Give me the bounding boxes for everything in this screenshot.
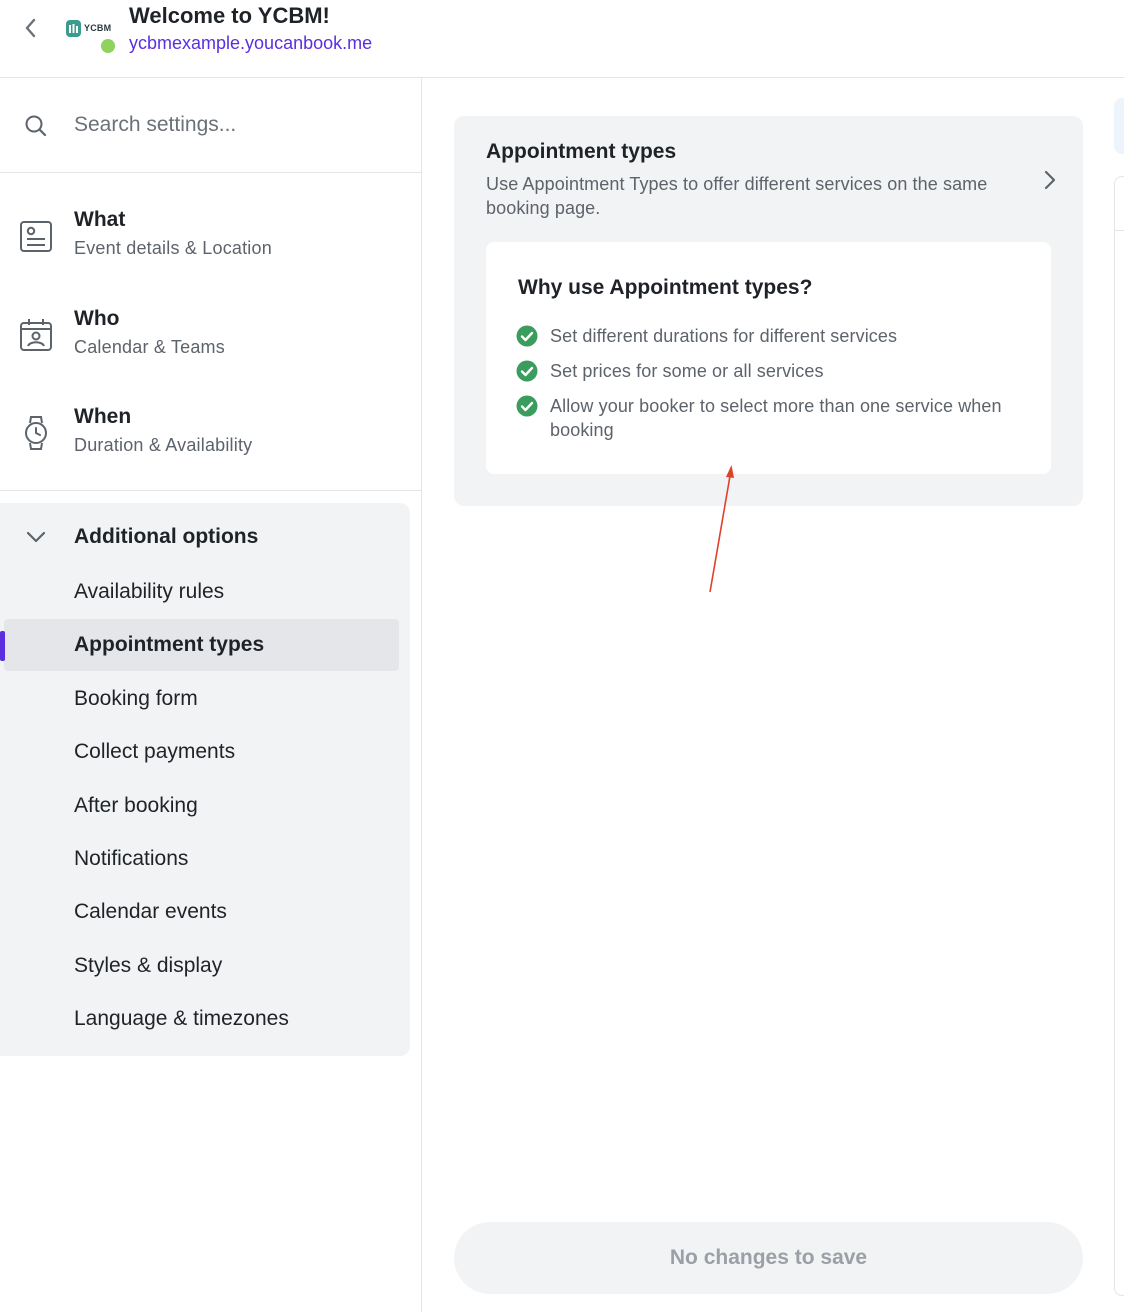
option-booking-form[interactable]: Booking form <box>4 673 399 725</box>
option-after-booking[interactable]: After booking <box>4 780 399 832</box>
search-input[interactable] <box>74 108 394 142</box>
chevron-down-icon <box>26 531 46 543</box>
status-indicator <box>99 37 117 55</box>
option-collect-payments[interactable]: Collect payments <box>4 726 399 778</box>
active-indicator <box>0 631 5 661</box>
option-notifications[interactable]: Notifications <box>4 833 399 885</box>
option-appointment-types[interactable]: Appointment types <box>4 619 399 671</box>
ycbm-logo: YCBM <box>66 18 111 38</box>
logo-mark-icon <box>66 19 81 37</box>
watch-icon <box>25 416 47 450</box>
appointment-types-card: Appointment types Use Appointment Types … <box>454 116 1083 506</box>
nav-subtitle: Duration & Availability <box>74 435 253 455</box>
page-title: Welcome to YCBM! <box>129 3 330 28</box>
search-bar <box>0 78 421 173</box>
nav-title: When <box>74 405 132 428</box>
check-circle-icon <box>516 360 538 382</box>
appointment-types-link[interactable]: Appointment types Use Appointment Types … <box>454 116 1083 236</box>
check-circle-icon <box>516 325 538 347</box>
calendar-person-icon <box>20 319 52 351</box>
option-availability-rules[interactable]: Availability rules <box>4 566 399 618</box>
preview-panel-edge <box>1114 176 1124 1296</box>
chevron-left-icon <box>25 18 36 38</box>
nav-subtitle: Event details & Location <box>74 238 272 258</box>
nav-subtitle: Calendar & Teams <box>74 337 225 357</box>
divider <box>1114 230 1124 231</box>
booking-page-link[interactable]: ycbmexample.youcanbook.me <box>129 33 372 54</box>
right-panel-edge <box>1114 98 1124 154</box>
nav-title: Who <box>74 307 120 330</box>
main-nav: What Event details & Location Who Calend… <box>0 173 421 491</box>
logo-text: YCBM <box>84 23 112 33</box>
search-icon <box>25 115 47 137</box>
additional-options-panel: Additional options Availability rules Ap… <box>0 503 410 1056</box>
document-icon <box>20 221 52 252</box>
settings-sidebar: What Event details & Location Who Calend… <box>0 78 422 1312</box>
nav-item-what[interactable]: What Event details & Location <box>0 208 421 288</box>
info-title: Why use Appointment types? <box>518 276 813 299</box>
back-button[interactable] <box>16 14 44 42</box>
nav-item-when[interactable]: When Duration & Availability <box>0 405 421 485</box>
save-button[interactable]: No changes to save <box>454 1222 1083 1294</box>
benefit-text: Set prices for some or all services <box>550 361 824 381</box>
nav-item-who[interactable]: Who Calendar & Teams <box>0 307 421 387</box>
option-language-timezones[interactable]: Language & timezones <box>4 993 399 1045</box>
benefit-text: Allow your booker to select more than on… <box>550 396 1002 440</box>
chevron-right-icon <box>1044 170 1056 190</box>
option-label: Appointment types <box>74 633 265 656</box>
card-title: Appointment types <box>486 140 677 163</box>
main-content: Appointment types Use Appointment Types … <box>422 78 1124 1312</box>
additional-options-title: Additional options <box>74 525 259 548</box>
benefit-text: Set different durations for different se… <box>550 326 898 346</box>
nav-title: What <box>74 208 126 231</box>
option-styles-display[interactable]: Styles & display <box>4 940 399 992</box>
additional-options-toggle[interactable]: Additional options <box>0 519 410 559</box>
app-header: YCBM Welcome to YCBM! ycbmexample.youcan… <box>0 0 1124 78</box>
option-calendar-events[interactable]: Calendar events <box>4 886 399 938</box>
why-use-box: Why use Appointment types? Set different… <box>486 242 1051 474</box>
check-circle-icon <box>516 395 538 417</box>
card-description: Use Appointment Types to offer different… <box>486 174 988 218</box>
